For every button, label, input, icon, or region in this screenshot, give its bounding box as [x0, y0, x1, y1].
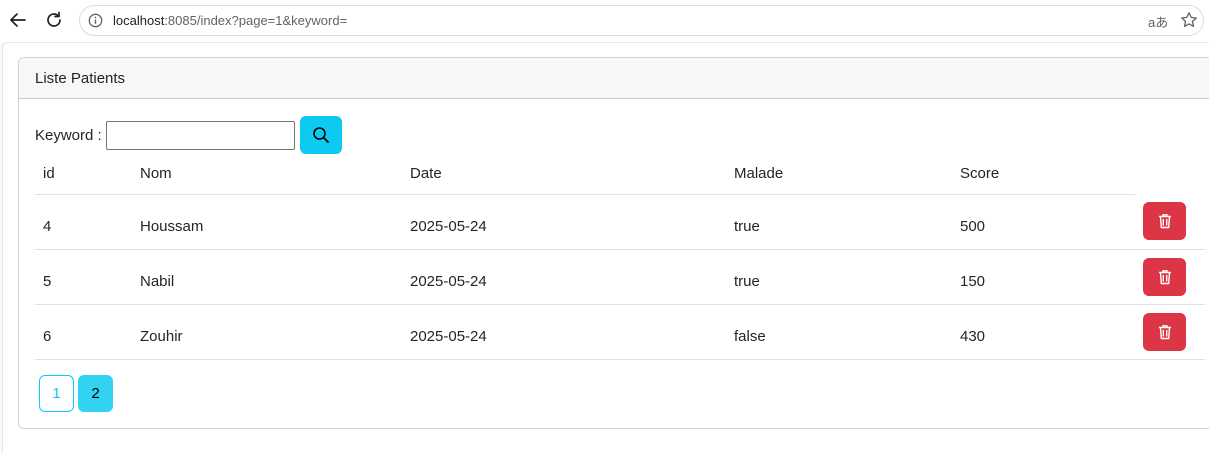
- delete-button[interactable]: [1143, 202, 1186, 240]
- reload-icon[interactable]: [42, 8, 66, 32]
- table-row: 5 Nabil 2025-05-24 true 150: [35, 249, 1205, 305]
- address-bar[interactable]: localhost:8085/index?page=1&keyword= aあ: [79, 5, 1204, 36]
- header-id: id: [35, 154, 132, 195]
- cell-malade: true: [726, 249, 952, 305]
- browser-toolbar: localhost:8085/index?page=1&keyword= aあ: [0, 0, 1209, 42]
- cell-nom: Zouhir: [132, 304, 402, 360]
- header-score: Score: [952, 154, 1135, 195]
- patients-table: id Nom Date Malade Score 4 Houssam 2025-…: [35, 154, 1205, 360]
- cell-nom: Houssam: [132, 194, 402, 250]
- header-date: Date: [402, 154, 726, 195]
- cell-id: 6: [35, 304, 132, 360]
- info-icon[interactable]: [88, 13, 103, 28]
- keyword-input[interactable]: [105, 120, 295, 150]
- delete-button[interactable]: [1143, 312, 1186, 351]
- cell-nom: Nabil: [132, 249, 402, 305]
- cell-action: [1135, 194, 1205, 250]
- header-malade: Malade: [726, 154, 952, 195]
- translate-icon[interactable]: aあ: [1148, 12, 1168, 31]
- page-link-2[interactable]: 2: [78, 375, 113, 412]
- url-path: :8085/index?page=1&keyword=: [164, 13, 348, 28]
- trash-icon: [1158, 269, 1171, 284]
- table-header-row: id Nom Date Malade Score: [35, 154, 1205, 195]
- url-text: localhost:8085/index?page=1&keyword=: [113, 13, 347, 28]
- search-form: Keyword :: [35, 116, 342, 154]
- patients-card: Liste Patients Keyword : id Nom Date Mal…: [18, 57, 1209, 429]
- table-row: 4 Houssam 2025-05-24 true 500: [35, 194, 1205, 250]
- cell-id: 5: [35, 249, 132, 305]
- cell-score: 500: [952, 194, 1135, 250]
- header-nom: Nom: [132, 154, 402, 195]
- table-row: 6 Zouhir 2025-05-24 false 430: [35, 304, 1205, 360]
- pagination: 1 2: [39, 375, 113, 412]
- cell-score: 150: [952, 249, 1135, 305]
- cell-id: 4: [35, 194, 132, 250]
- cell-action: [1135, 304, 1205, 360]
- cell-date: 2025-05-24: [402, 249, 726, 305]
- page-link-1[interactable]: 1: [39, 375, 74, 412]
- search-icon: [312, 127, 329, 143]
- cell-malade: false: [726, 304, 952, 360]
- search-button[interactable]: [299, 116, 342, 154]
- cell-malade: true: [726, 194, 952, 250]
- bookmark-star-icon[interactable]: [1180, 11, 1198, 29]
- trash-icon: [1158, 324, 1171, 339]
- trash-icon: [1158, 214, 1171, 229]
- cell-date: 2025-05-24: [402, 194, 726, 250]
- url-host: localhost: [113, 13, 165, 28]
- cell-score: 430: [952, 304, 1135, 360]
- cell-date: 2025-05-24: [402, 304, 726, 360]
- back-arrow-icon[interactable]: [6, 8, 30, 32]
- keyword-label: Keyword :: [35, 126, 102, 144]
- header-action: [1135, 154, 1205, 194]
- card-header: Liste Patients: [19, 58, 1209, 99]
- delete-button[interactable]: [1143, 257, 1186, 296]
- cell-action: [1135, 249, 1205, 305]
